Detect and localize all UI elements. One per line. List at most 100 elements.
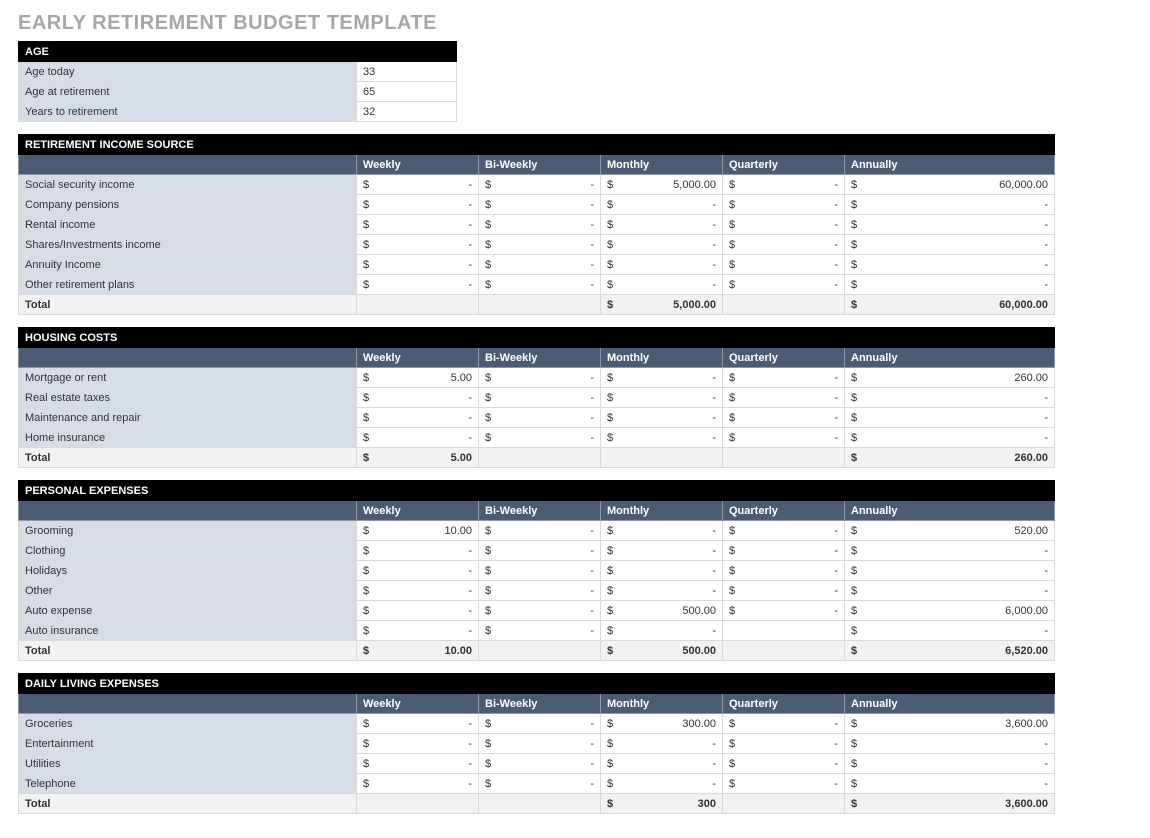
income-ss-quarterly[interactable]: $- [723,175,845,195]
income-ss-monthly[interactable]: $5,000.00 [601,175,723,195]
housing-mortgage-biweekly[interactable]: $- [479,368,601,388]
personal-autoexp-weekly[interactable]: $- [357,601,479,621]
daily-groc-quarterly[interactable]: $- [723,714,845,734]
daily-tel-quarterly[interactable]: $- [723,774,845,794]
housing-tax-monthly[interactable]: $- [601,388,723,408]
housing-maint-quarterly[interactable]: $- [723,408,845,428]
housing-tax-weekly[interactable]: $- [357,388,479,408]
personal-autoexp-biweekly[interactable]: $- [479,601,601,621]
daily-tel-biweekly[interactable]: $- [479,774,601,794]
income-pension-weekly[interactable]: $- [357,195,479,215]
personal-cloth-annually[interactable]: $- [845,541,1055,561]
housing-ins-biweekly[interactable]: $- [479,428,601,448]
housing-maint-annually[interactable]: $- [845,408,1055,428]
income-pension-biweekly[interactable]: $- [479,195,601,215]
personal-groom-annually[interactable]: $520.00 [845,521,1055,541]
personal-cloth-biweekly[interactable]: $- [479,541,601,561]
daily-ent-weekly[interactable]: $- [357,734,479,754]
housing-ins-monthly[interactable]: $- [601,428,723,448]
personal-holiday-quarterly[interactable]: $- [723,561,845,581]
daily-ent-biweekly[interactable]: $- [479,734,601,754]
daily-groc-biweekly[interactable]: $- [479,714,601,734]
housing-ins-annually[interactable]: $- [845,428,1055,448]
personal-other-quarterly[interactable]: $- [723,581,845,601]
housing-tax-biweekly[interactable]: $- [479,388,601,408]
income-ss-biweekly[interactable]: $- [479,175,601,195]
income-annuity-weekly[interactable]: $- [357,255,479,275]
personal-autoexp-annually[interactable]: $6,000.00 [845,601,1055,621]
personal-cloth-weekly[interactable]: $- [357,541,479,561]
income-other-monthly[interactable]: $- [601,275,723,295]
personal-other-monthly[interactable]: $- [601,581,723,601]
housing-maint-biweekly[interactable]: $- [479,408,601,428]
personal-autoins-weekly[interactable]: $- [357,621,479,641]
personal-autoins-monthly[interactable]: $- [601,621,723,641]
personal-groom-monthly[interactable]: $- [601,521,723,541]
personal-autoins-biweekly[interactable]: $- [479,621,601,641]
income-rental-biweekly[interactable]: $- [479,215,601,235]
personal-autoins-annually[interactable]: $- [845,621,1055,641]
daily-util-annually[interactable]: $- [845,754,1055,774]
daily-groc-monthly[interactable]: $300.00 [601,714,723,734]
income-other-quarterly[interactable]: $- [723,275,845,295]
personal-holiday-monthly[interactable]: $- [601,561,723,581]
age-today-value[interactable]: 33 [357,62,457,82]
income-pension-quarterly[interactable]: $- [723,195,845,215]
housing-tax-annually[interactable]: $- [845,388,1055,408]
income-shares-weekly[interactable]: $- [357,235,479,255]
housing-ins-weekly[interactable]: $- [357,428,479,448]
income-other-annually[interactable]: $- [845,275,1055,295]
income-rental-monthly[interactable]: $- [601,215,723,235]
income-shares-annually[interactable]: $- [845,235,1055,255]
daily-groc-annually[interactable]: $3,600.00 [845,714,1055,734]
personal-autoins-quarterly[interactable] [723,621,845,641]
daily-util-weekly[interactable]: $- [357,754,479,774]
income-shares-monthly[interactable]: $- [601,235,723,255]
income-rental-weekly[interactable]: $- [357,215,479,235]
personal-holiday-weekly[interactable]: $- [357,561,479,581]
daily-ent-annually[interactable]: $- [845,734,1055,754]
personal-holiday-biweekly[interactable]: $- [479,561,601,581]
income-rental-quarterly[interactable]: $- [723,215,845,235]
daily-ent-quarterly[interactable]: $- [723,734,845,754]
personal-autoexp-quarterly[interactable]: $- [723,601,845,621]
income-pension-annually[interactable]: $- [845,195,1055,215]
income-rental-annually[interactable]: $- [845,215,1055,235]
personal-cloth-quarterly[interactable]: $- [723,541,845,561]
personal-other-weekly[interactable]: $- [357,581,479,601]
income-shares-quarterly[interactable]: $- [723,235,845,255]
daily-tel-monthly[interactable]: $- [601,774,723,794]
income-pension-monthly[interactable]: $- [601,195,723,215]
income-ss-weekly[interactable]: $- [357,175,479,195]
daily-tel-weekly[interactable]: $- [357,774,479,794]
personal-cloth-monthly[interactable]: $- [601,541,723,561]
housing-mortgage-monthly[interactable]: $- [601,368,723,388]
housing-ins-quarterly[interactable]: $- [723,428,845,448]
daily-util-quarterly[interactable]: $- [723,754,845,774]
income-annuity-annually[interactable]: $- [845,255,1055,275]
housing-mortgage-quarterly[interactable]: $- [723,368,845,388]
income-ss-annually[interactable]: $60,000.00 [845,175,1055,195]
income-shares-biweekly[interactable]: $- [479,235,601,255]
personal-groom-weekly[interactable]: $10.00 [357,521,479,541]
income-annuity-monthly[interactable]: $- [601,255,723,275]
daily-ent-monthly[interactable]: $- [601,734,723,754]
personal-groom-quarterly[interactable]: $- [723,521,845,541]
daily-util-monthly[interactable]: $- [601,754,723,774]
personal-holiday-annually[interactable]: $- [845,561,1055,581]
housing-mortgage-annually[interactable]: $260.00 [845,368,1055,388]
income-other-biweekly[interactable]: $- [479,275,601,295]
income-other-weekly[interactable]: $- [357,275,479,295]
age-retire-value[interactable]: 65 [357,82,457,102]
income-annuity-quarterly[interactable]: $- [723,255,845,275]
personal-autoexp-monthly[interactable]: $500.00 [601,601,723,621]
housing-maint-weekly[interactable]: $- [357,408,479,428]
daily-tel-annually[interactable]: $- [845,774,1055,794]
personal-groom-biweekly[interactable]: $- [479,521,601,541]
housing-tax-quarterly[interactable]: $- [723,388,845,408]
income-annuity-biweekly[interactable]: $- [479,255,601,275]
daily-groc-weekly[interactable]: $- [357,714,479,734]
housing-maint-monthly[interactable]: $- [601,408,723,428]
housing-mortgage-weekly[interactable]: $5.00 [357,368,479,388]
personal-other-annually[interactable]: $- [845,581,1055,601]
